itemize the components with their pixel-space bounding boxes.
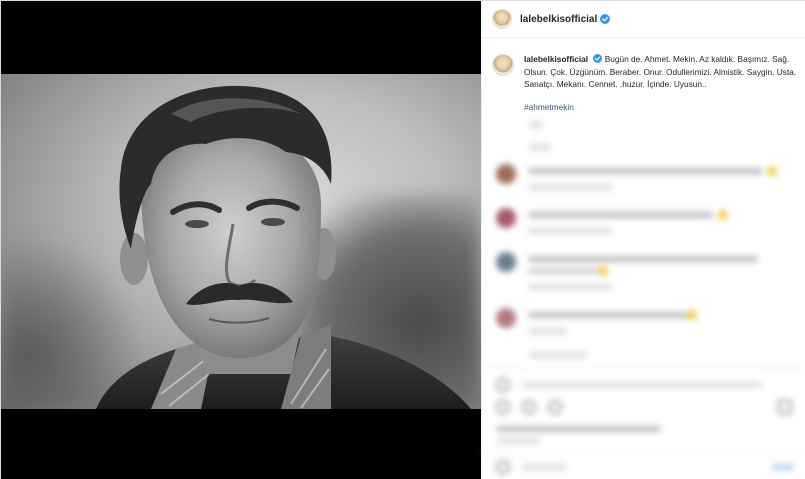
blurred-emoji xyxy=(687,310,697,320)
post-side-panel: lalebelkisofficial lalebelkisofficial Bu… xyxy=(481,1,805,479)
blurred-comment xyxy=(528,268,598,274)
divider xyxy=(482,368,805,369)
blurred-emoji-icon xyxy=(496,460,510,474)
blurred-avatar xyxy=(496,308,516,328)
blurred-comments-region xyxy=(482,116,805,479)
blurred-avatar xyxy=(496,164,516,184)
blurred-action-icon xyxy=(496,378,510,392)
post-media[interactable] xyxy=(1,1,481,479)
hashtag-link[interactable]: #ahmetmekin xyxy=(524,101,800,114)
blurred-action-icon xyxy=(778,400,792,414)
blurred-meta xyxy=(522,382,762,388)
blurred-meta xyxy=(528,184,613,190)
blurred-meta xyxy=(528,122,544,128)
blurred-emoji xyxy=(718,210,728,220)
verified-badge-icon xyxy=(600,14,611,24)
blurred-emoji xyxy=(598,266,608,276)
author-avatar[interactable] xyxy=(492,9,512,29)
divider xyxy=(482,452,805,453)
blurred-comment-input xyxy=(522,464,567,470)
blurred-meta xyxy=(528,144,552,150)
blurred-emoji xyxy=(767,166,777,176)
blurred-avatar xyxy=(496,208,516,228)
blurred-meta xyxy=(496,438,541,444)
caption-author-avatar[interactable] xyxy=(492,54,514,76)
blurred-meta xyxy=(528,284,613,290)
blurred-meta xyxy=(528,328,568,334)
post-header: lalebelkisofficial xyxy=(482,1,805,38)
caption-username[interactable]: lalebelkisofficial xyxy=(524,54,588,64)
blurred-meta xyxy=(528,352,588,358)
blurred-comment xyxy=(528,256,758,262)
blurred-likes xyxy=(496,426,661,432)
blurred-comment xyxy=(528,168,763,174)
blurred-post-button xyxy=(772,464,794,470)
caption-body: lalebelkisofficial Bugün de. Ahmet. Meki… xyxy=(524,53,800,113)
caption-verified-badge-icon xyxy=(593,54,603,63)
blurred-comment xyxy=(528,312,688,318)
portrait-figure xyxy=(96,85,471,409)
author-username[interactable]: lalebelkisofficial xyxy=(520,14,597,25)
blurred-action-icon xyxy=(548,400,562,414)
blurred-meta xyxy=(528,228,613,234)
blurred-comment xyxy=(528,212,713,218)
blurred-action-icon xyxy=(496,400,510,414)
post-photo[interactable] xyxy=(1,74,481,409)
post-caption: lalebelkisofficial Bugün de. Ahmet. Meki… xyxy=(492,53,800,113)
blurred-avatar xyxy=(496,252,516,272)
blurred-action-icon xyxy=(522,400,536,414)
instagram-post: lalebelkisofficial lalebelkisofficial Bu… xyxy=(0,0,805,479)
